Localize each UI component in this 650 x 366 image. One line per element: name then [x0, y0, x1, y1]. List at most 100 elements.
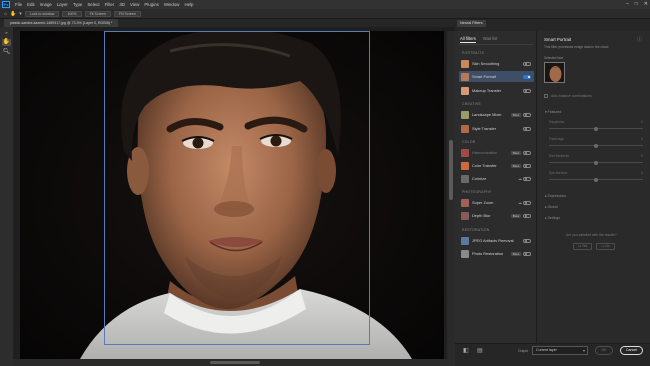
filter-thumbnail — [461, 59, 469, 68]
filter-row-smart-portrait[interactable]: Smart Portrait — [459, 71, 534, 82]
home-icon[interactable]: ⌂ — [4, 11, 7, 17]
window-controls: – □ ✕ — [626, 1, 648, 7]
slider-knob-hair-thickness[interactable] — [594, 160, 598, 165]
filter-toggle[interactable] — [523, 126, 531, 131]
menu-help[interactable]: Help — [184, 2, 193, 7]
zoom-100-button[interactable]: 100% — [62, 10, 82, 17]
horizontal-scroll-thumb[interactable] — [210, 361, 260, 364]
menu-layer[interactable]: Layer — [57, 2, 68, 7]
menu-image[interactable]: Image — [40, 2, 52, 7]
filter-toggle[interactable] — [523, 150, 531, 155]
hand-tool-icon[interactable]: ✋ — [2, 39, 11, 46]
close-icon[interactable]: ✕ — [644, 1, 648, 7]
slider-label-hair-thickness: Hair thickness — [549, 154, 570, 158]
filter-row-super-zoom[interactable]: Super Zoom ☁ — [459, 197, 534, 208]
hand-tool-icon[interactable]: ✋ — [10, 11, 16, 17]
layer-preview-icon[interactable]: ▤ — [477, 347, 483, 354]
minimize-icon[interactable]: – — [626, 1, 629, 7]
filter-row-jpeg-artifacts-removal[interactable]: JPEG Artifacts Removal — [459, 235, 534, 246]
featured-section-header[interactable]: ▾ Featured — [545, 110, 561, 114]
tool-options-icon[interactable]: ▾ — [19, 11, 22, 17]
feedback-yes-button[interactable]: 👍︎ Yes — [573, 243, 592, 250]
category-color: COLOR — [462, 140, 476, 144]
ok-button[interactable]: OK — [595, 346, 613, 355]
auto-balance-checkbox[interactable] — [544, 94, 548, 98]
beta-badge: Beta — [510, 112, 521, 117]
filter-row-skin-smoothing[interactable]: Skin Smoothing — [459, 58, 534, 69]
filter-row-colorize[interactable]: Colorize ☁ — [459, 173, 534, 184]
menu-window[interactable]: Window — [164, 2, 180, 7]
tab-all-filters[interactable]: All filters — [460, 36, 476, 43]
slider-knob-facial-age[interactable] — [594, 143, 598, 148]
filter-thumbnail — [461, 236, 469, 245]
lock-to-window-button[interactable]: Lock to window — [24, 10, 60, 17]
menu-filter[interactable]: Filter — [105, 2, 115, 7]
fit-screen-button[interactable]: Fit Screen — [84, 10, 111, 17]
filter-toggle[interactable] — [523, 238, 531, 243]
filter-toggle[interactable] — [523, 61, 531, 66]
beta-badge: Beta — [510, 213, 521, 218]
menu-edit[interactable]: Edit — [27, 2, 35, 7]
chevron-down-icon: ▾ — [582, 348, 585, 353]
filter-row-photo-restoration[interactable]: Photo Restoration Beta — [459, 248, 534, 259]
maximize-icon[interactable]: □ — [635, 1, 638, 7]
filter-toggle[interactable] — [523, 163, 531, 168]
menu-plugins[interactable]: Plugins — [144, 2, 158, 7]
zoom-tool-icon[interactable]: 🔍︎ — [2, 49, 11, 56]
filter-toggle[interactable] — [523, 88, 531, 93]
output-label: Output — [518, 349, 529, 353]
category-restoration: RESTORATION — [462, 228, 490, 232]
filter-toggle[interactable] — [523, 213, 531, 218]
show-original-icon[interactable]: ◧ — [463, 347, 469, 354]
filter-row-makeup-transfer[interactable]: Makeup Transfer — [459, 85, 534, 96]
cloud-icon: ☁ — [518, 176, 522, 181]
tabs-divider — [459, 44, 533, 45]
filter-toggle[interactable] — [523, 200, 531, 205]
slider-knob-happiness[interactable] — [594, 126, 598, 131]
slider-value-happiness: 0 — [641, 120, 643, 124]
output-select-value: Current layer — [536, 348, 557, 352]
cloud-icon: ☁ — [518, 200, 522, 205]
filter-toggle[interactable] — [523, 251, 531, 256]
expressions-label: Expressions — [547, 194, 567, 198]
filter-row-style-transfer[interactable]: Style Transfer — [459, 123, 534, 134]
menu-3d[interactable]: 3D — [119, 2, 125, 7]
settings-section-header[interactable]: ▸ Settings — [545, 216, 560, 220]
filter-thumbnail — [461, 174, 469, 183]
filter-row-depth-blur[interactable]: Depth Blur Beta — [459, 210, 534, 221]
selected-face-thumbnail[interactable] — [544, 62, 565, 83]
slider-knob-eye-direction[interactable] — [594, 177, 598, 182]
auto-balance-option[interactable]: Auto balance combinations — [544, 94, 592, 98]
menu-type[interactable]: Type — [73, 2, 83, 7]
auto-balance-label: Auto balance combinations — [551, 94, 592, 98]
slider-value-facial-age: 0 — [641, 137, 643, 141]
filter-label: Makeup Transfer — [472, 88, 502, 93]
output-select[interactable]: Current layer ▾ — [532, 346, 588, 355]
filter-label: Skin Smoothing — [472, 61, 500, 66]
featured-label: Featured — [547, 110, 562, 114]
collapse-tools-icon[interactable]: » — [2, 29, 11, 36]
filter-row-harmonization[interactable]: Harmonization Beta — [459, 147, 534, 158]
info-icon[interactable]: ⓘ — [637, 36, 642, 43]
slider-value-hair-thickness: 0 — [641, 154, 643, 158]
filter-tabs: All filters Wait list — [460, 36, 497, 43]
global-section-header[interactable]: ▸ Global — [545, 205, 557, 209]
filter-toggle[interactable] — [523, 176, 531, 181]
vertical-scroll-thumb[interactable] — [449, 140, 453, 200]
tab-wait-list[interactable]: Wait list — [483, 36, 498, 43]
menu-file[interactable]: File — [15, 2, 22, 7]
filter-row-color-transfer[interactable]: Color Transfer Beta — [459, 160, 534, 171]
filter-row-landscape-mixer[interactable]: Landscape Mixer Beta — [459, 109, 534, 120]
menu-view[interactable]: View — [130, 2, 139, 7]
expressions-section-header[interactable]: ▸ Expressions — [545, 194, 566, 198]
document-tab[interactable]: plastic-sandra-kazemi-1489317.jpg @ 73.3… — [4, 19, 119, 27]
feedback-no-button[interactable]: 👎︎ No — [596, 243, 615, 250]
selection-bounding-box[interactable] — [104, 31, 370, 345]
filter-toggle[interactable] — [523, 112, 531, 117]
filter-toggle[interactable] — [523, 74, 531, 79]
cancel-button[interactable]: Cancel — [620, 346, 643, 355]
filter-thumbnail — [461, 211, 469, 220]
fill-screen-button[interactable]: Fill Screen — [113, 10, 141, 17]
menu-select[interactable]: Select — [87, 2, 99, 7]
filter-thumbnail — [461, 249, 469, 258]
